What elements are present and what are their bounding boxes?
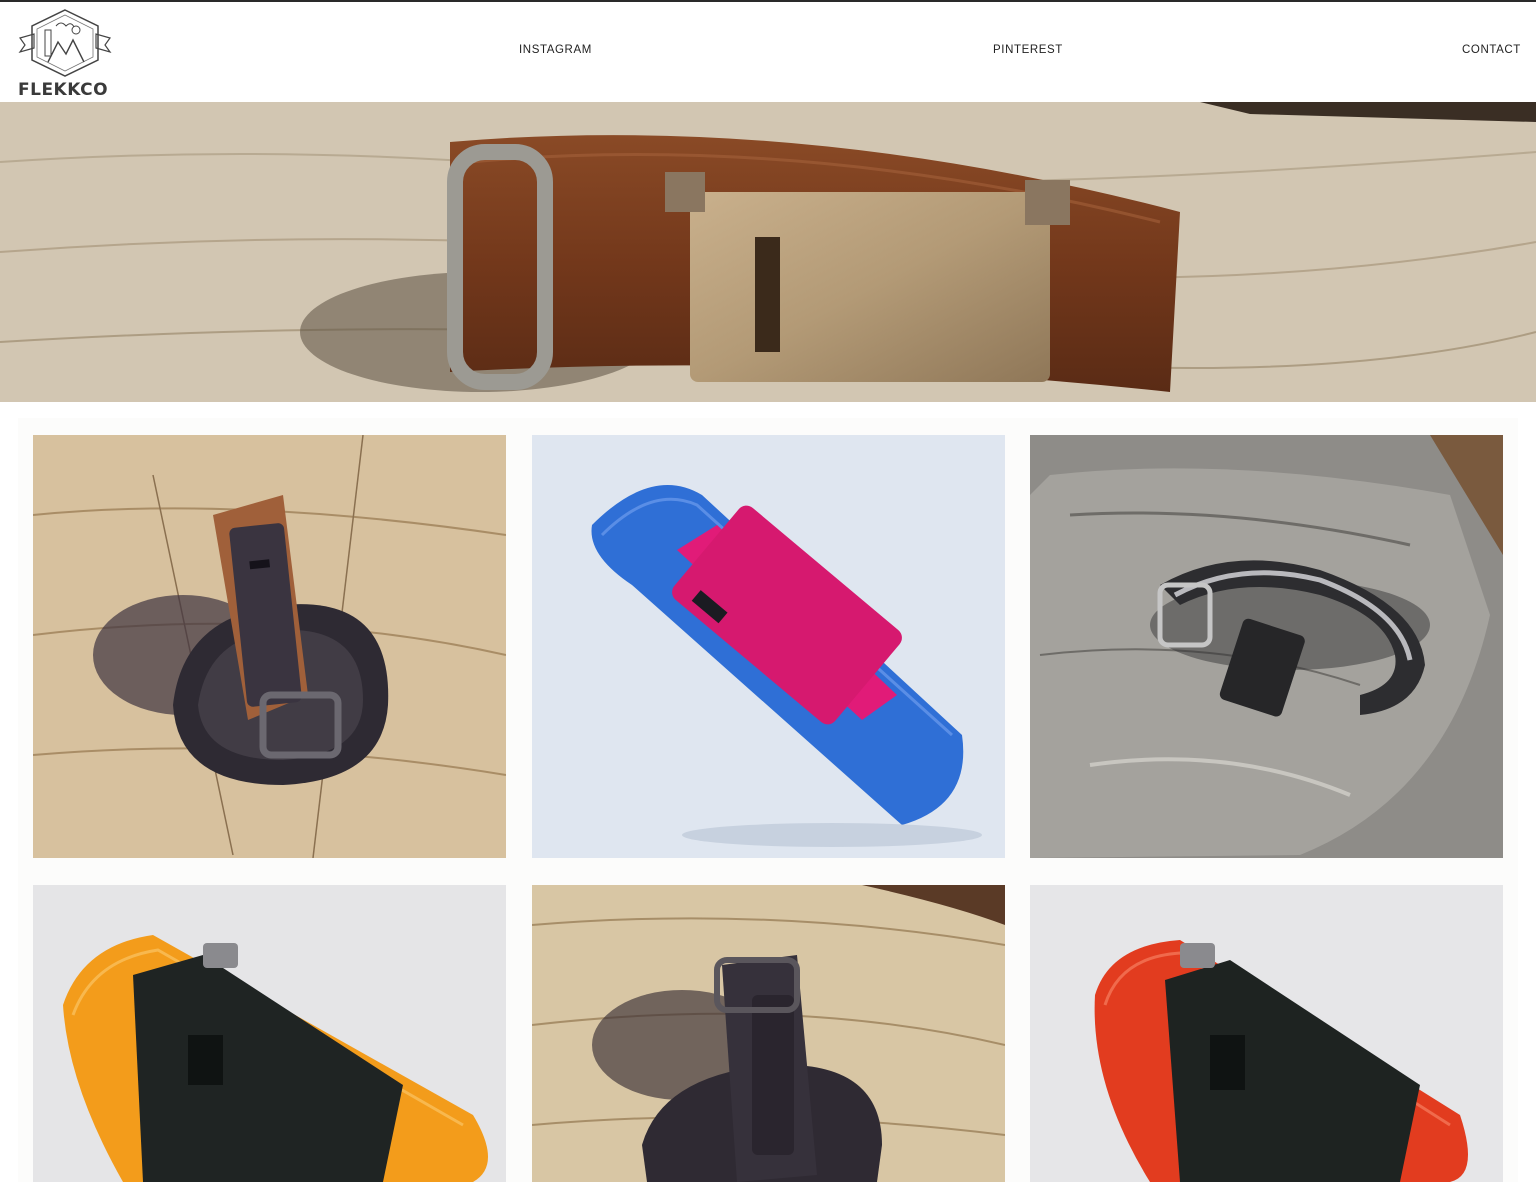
product-photo [532, 435, 1005, 858]
product-gallery [18, 418, 1518, 1182]
product-photo [33, 885, 506, 1182]
gallery-item-dark-stump[interactable] [532, 885, 1005, 1182]
brand-logo[interactable]: FLEKKCO [18, 8, 112, 100]
gallery-item-blue-pink[interactable] [532, 435, 1005, 858]
product-photo [1030, 435, 1503, 858]
mountain-crest-icon [18, 9, 112, 77]
product-photo [532, 885, 1005, 1182]
site-header: FLEKKCO INSTAGRAM PINTEREST CONTACT [0, 2, 1536, 102]
product-photo [33, 435, 506, 858]
nav-pinterest-link[interactable]: PINTEREST [993, 44, 1063, 56]
hero-banner-image [0, 102, 1536, 402]
nav-instagram-link[interactable]: INSTAGRAM [519, 44, 592, 56]
gallery-item-orange[interactable] [33, 885, 506, 1182]
gallery-item-gray-stripe[interactable] [1030, 435, 1503, 858]
nav-contact-link[interactable]: CONTACT [1462, 44, 1521, 56]
brand-wordmark: FLEKKCO [18, 80, 109, 100]
gallery-item-leather-brown[interactable] [33, 435, 506, 858]
gallery-item-red[interactable] [1030, 885, 1503, 1182]
product-photo [1030, 885, 1503, 1182]
